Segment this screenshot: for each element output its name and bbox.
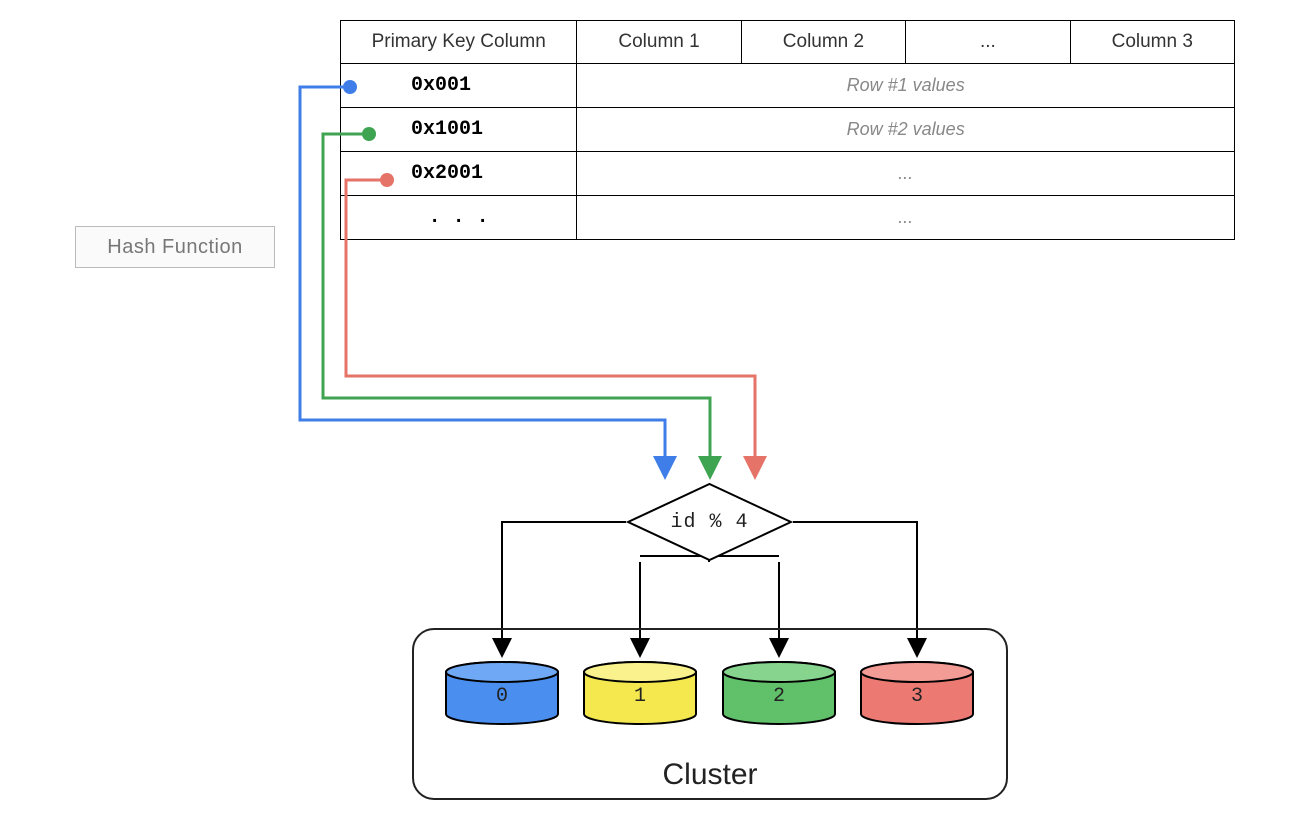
cluster-node: 1	[580, 660, 700, 726]
primary-key-cell: 0x1001	[341, 108, 577, 152]
cluster-node-label: 1	[580, 660, 700, 726]
row-values-cell: Row #2 values	[577, 108, 1235, 152]
primary-key-cell: 0x2001	[341, 152, 577, 196]
dot-icon	[380, 173, 394, 187]
row-values-cell: Row #1 values	[577, 64, 1235, 108]
dot-icon	[362, 127, 376, 141]
table-row: 0x001 Row #1 values	[341, 64, 1235, 108]
col-header-3: Column 3	[1070, 21, 1234, 64]
col-header-2: Column 2	[741, 21, 905, 64]
cluster-node: 3	[857, 660, 977, 726]
primary-key-cell: 0x001	[341, 64, 577, 108]
col-header-ellipsis: ...	[906, 21, 1070, 64]
cluster-node-label: 3	[857, 660, 977, 726]
diagram-canvas: Primary Key Column Column 1 Column 2 ...…	[0, 0, 1316, 838]
cluster-node: 2	[719, 660, 839, 726]
row-values-cell: ...	[577, 152, 1235, 196]
col-header-1: Column 1	[577, 21, 741, 64]
col-header-primary-key: Primary Key Column	[341, 21, 577, 64]
decision-diamond: id % 4	[626, 482, 793, 562]
table-row: 0x1001 Row #2 values	[341, 108, 1235, 152]
cluster-node-label: 0	[442, 660, 562, 726]
decision-label: id % 4	[626, 482, 793, 562]
primary-key-cell: . . .	[341, 196, 577, 240]
data-table: Primary Key Column Column 1 Column 2 ...…	[340, 20, 1235, 240]
hash-function-box: Hash Function	[75, 226, 275, 268]
table-header-row: Primary Key Column Column 1 Column 2 ...…	[341, 21, 1235, 64]
table-row: . . . ...	[341, 196, 1235, 240]
row-values-cell: ...	[577, 196, 1235, 240]
hash-function-label: Hash Function	[107, 236, 242, 259]
cluster-node: 0	[442, 660, 562, 726]
cluster-title: Cluster	[414, 758, 1006, 792]
table-row: 0x2001 ...	[341, 152, 1235, 196]
cluster-node-label: 2	[719, 660, 839, 726]
dot-icon	[343, 80, 357, 94]
